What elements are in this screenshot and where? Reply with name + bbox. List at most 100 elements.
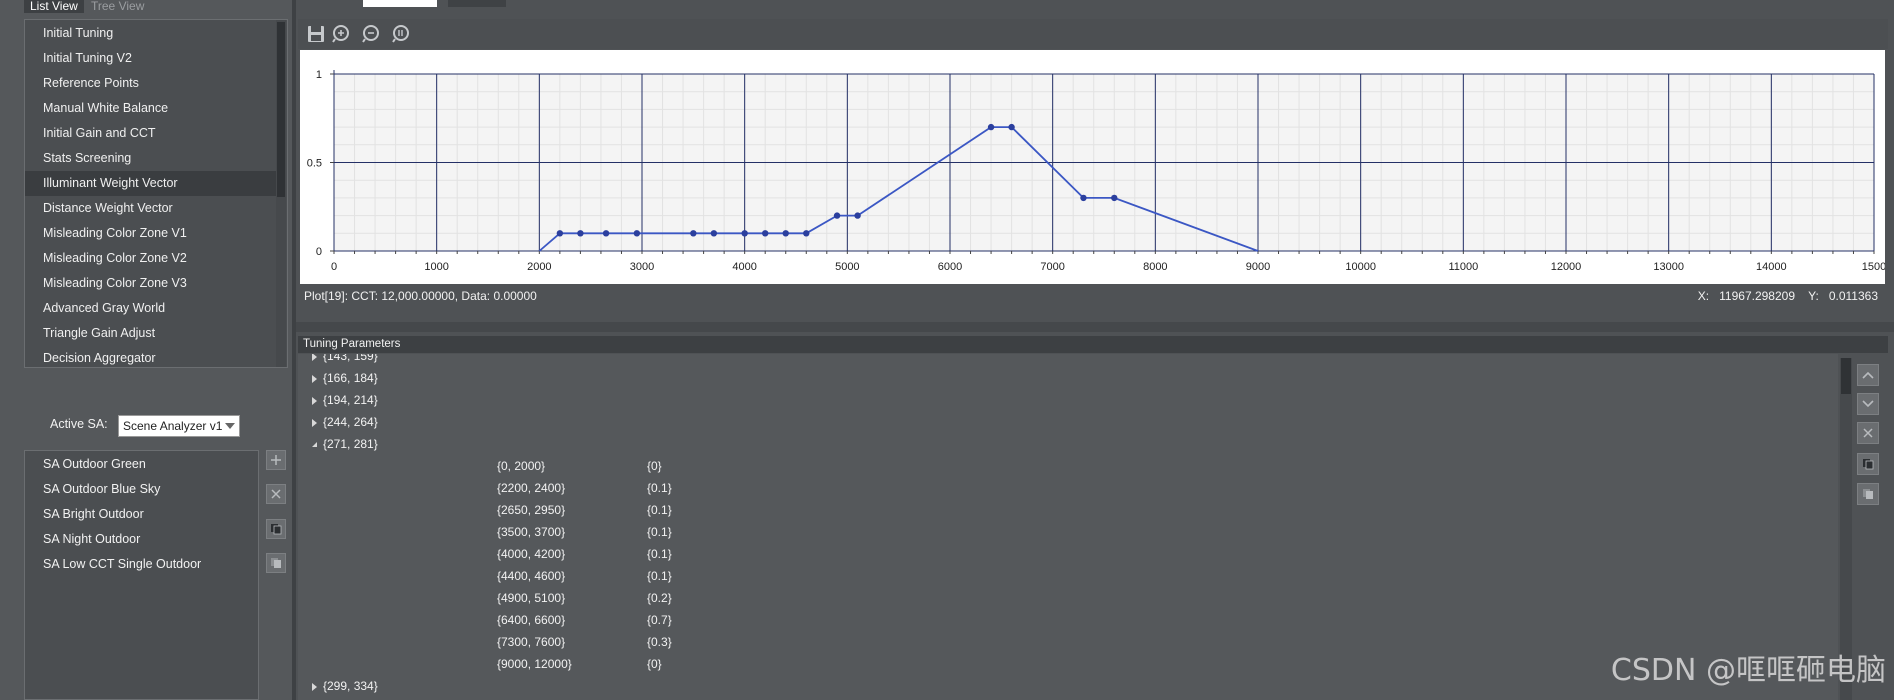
weight-vector-chart[interactable]: 0 1000 2000 3000 4000 5000 6000 7000 8000 9000 100…: [300, 50, 1887, 284]
param-range[interactable]: {2200, 2400}: [497, 477, 565, 499]
x-tick-label: 3000: [630, 261, 654, 273]
x-tick-label: 7000: [1040, 261, 1064, 273]
algorithm-list-item[interactable]: Distance Weight Vector: [25, 196, 277, 221]
tree-node[interactable]: {244, 264}: [312, 411, 378, 433]
algorithm-list-item[interactable]: Illuminant Weight Vector: [25, 171, 277, 196]
sa-list-item[interactable]: SA Outdoor Green: [25, 452, 255, 477]
horizontal-splitter[interactable]: [296, 322, 1894, 332]
data-point: [710, 230, 718, 237]
x-tick-label: 4000: [732, 261, 756, 273]
param-range[interactable]: {2650, 2950}: [497, 499, 565, 521]
copy-sa-button[interactable]: [266, 519, 286, 539]
param-range[interactable]: {9000, 12000}: [497, 653, 572, 675]
chevron-down-icon: [1862, 400, 1874, 408]
param-range[interactable]: {3500, 3700}: [497, 521, 565, 543]
data-point: [1080, 194, 1087, 202]
tuning-scroll-thumb[interactable]: [1841, 358, 1851, 394]
param-value[interactable]: {0.1}: [647, 499, 672, 521]
param-range[interactable]: {4000, 4200}: [497, 543, 565, 565]
tree-node[interactable]: {299, 334}: [312, 675, 378, 697]
param-value[interactable]: {0.1}: [647, 565, 672, 587]
param-range[interactable]: {6400, 6600}: [497, 609, 565, 631]
top-input[interactable]: [363, 0, 437, 7]
add-sa-button[interactable]: [266, 450, 286, 470]
param-value[interactable]: {0.1}: [647, 543, 672, 565]
move-down-button[interactable]: [1857, 393, 1879, 415]
algorithm-list-item[interactable]: Initial Tuning: [25, 21, 277, 46]
param-value[interactable]: {0.7}: [647, 609, 672, 631]
y-tick-label: 0: [316, 246, 322, 258]
zoom-reset-icon[interactable]: [391, 24, 411, 44]
param-value[interactable]: {0}: [647, 653, 662, 675]
algorithm-list-item[interactable]: Initial Tuning V2: [25, 46, 277, 71]
plot-x-value: 11967.298209: [1719, 289, 1795, 303]
collapsed-arrow-icon[interactable]: [312, 354, 317, 361]
algorithm-list-item[interactable]: Triangle Gain Adjust: [25, 321, 277, 346]
collapsed-arrow-icon[interactable]: [312, 374, 317, 383]
zoom-in-icon[interactable]: [331, 24, 351, 44]
data-point: [987, 123, 995, 131]
algorithm-list: Initial Tuning Initial Tuning V2 Reference…: [24, 19, 288, 368]
x-tick-label: 14000: [1756, 261, 1787, 273]
param-value[interactable]: {0.1}: [647, 521, 672, 543]
plot-area[interactable]: 0 1000 2000 3000 4000 5000 6000 7000 8000 9000 100…: [300, 50, 1887, 284]
active-sa-dropdown[interactable]: Scene Analyzer v1: [118, 415, 240, 437]
tree-node-label: {194, 214}: [323, 393, 378, 407]
tab-list-view[interactable]: List View: [24, 0, 84, 13]
param-value[interactable]: {0.1}: [647, 477, 672, 499]
x-tick-label: 10000: [1345, 261, 1376, 273]
tuning-parameters-header: Tuning Parameters: [298, 336, 1888, 353]
plot-coordinates: X: 11967.298209 Y: 0.011363: [1698, 289, 1878, 303]
algorithm-list-item[interactable]: Stats Screening: [25, 146, 277, 171]
delete-row-button[interactable]: [1857, 422, 1879, 444]
copy-row-button[interactable]: [1857, 453, 1879, 475]
algorithm-list-scroll-thumb[interactable]: [277, 22, 285, 197]
save-icon[interactable]: [306, 24, 326, 44]
algorithm-list-item[interactable]: Misleading Color Zone V2: [25, 246, 277, 271]
algorithm-list-item[interactable]: Reference Points: [25, 71, 277, 96]
paste-row-button[interactable]: [1857, 483, 1879, 505]
expanded-arrow-icon[interactable]: [312, 442, 317, 448]
sa-list-item[interactable]: SA Bright Outdoor: [25, 502, 255, 527]
paste-sa-button[interactable]: [266, 553, 286, 573]
collapsed-arrow-icon[interactable]: [312, 418, 317, 427]
tab-tree-view[interactable]: Tree View: [85, 0, 150, 13]
tree-node[interactable]: {166, 184}: [312, 367, 378, 389]
collapsed-arrow-icon[interactable]: [312, 682, 317, 691]
top-button[interactable]: [448, 0, 506, 7]
x-tick-label: 12000: [1551, 261, 1582, 273]
tree-node[interactable]: {143, 159}: [312, 354, 378, 367]
sa-list-item[interactable]: SA Night Outdoor: [25, 527, 255, 552]
zoom-out-icon[interactable]: [361, 24, 381, 44]
algorithm-list-item[interactable]: Misleading Color Zone V1: [25, 221, 277, 246]
delete-sa-button[interactable]: [266, 484, 286, 504]
watermark: CSDN @哐哐砸电脑: [1610, 653, 1886, 688]
algorithm-list-item[interactable]: Decision Aggregator: [25, 346, 277, 371]
algorithm-list-item[interactable]: Advanced Gray World: [25, 296, 277, 321]
move-up-button[interactable]: [1857, 364, 1879, 386]
param-range[interactable]: {0, 2000}: [497, 455, 545, 477]
data-point: [633, 230, 641, 237]
tree-node[interactable]: {194, 214}: [312, 389, 378, 411]
algorithm-list-item[interactable]: Manual White Balance: [25, 96, 277, 121]
x-tick-label: 11000: [1448, 261, 1478, 273]
x-tick-label: 2000: [527, 261, 551, 273]
sa-list-item[interactable]: SA Low CCT Single Outdoor: [25, 552, 255, 577]
param-value[interactable]: {0}: [647, 455, 662, 477]
algorithm-list-item[interactable]: Misleading Color Zone V3: [25, 271, 277, 296]
vertical-splitter[interactable]: [292, 0, 296, 700]
collapsed-arrow-icon[interactable]: [312, 396, 317, 405]
copy-icon: [271, 524, 282, 535]
x-tick-label: 5000: [835, 261, 859, 273]
param-range[interactable]: {7300, 7600}: [497, 631, 565, 653]
param-value[interactable]: {0.3}: [647, 631, 672, 653]
param-value[interactable]: {0.2}: [647, 587, 672, 609]
tree-node-label: {299, 334}: [323, 679, 378, 693]
y-tick-label: 0.5: [307, 158, 322, 170]
algorithm-list-item[interactable]: Initial Gain and CCT: [25, 121, 277, 146]
tree-node[interactable]: {271, 281}: [312, 433, 378, 455]
chevron-down-icon: [225, 423, 235, 429]
param-range[interactable]: {4400, 4600}: [497, 565, 565, 587]
sa-list-item[interactable]: SA Outdoor Blue Sky: [25, 477, 255, 502]
param-range[interactable]: {4900, 5100}: [497, 587, 565, 609]
